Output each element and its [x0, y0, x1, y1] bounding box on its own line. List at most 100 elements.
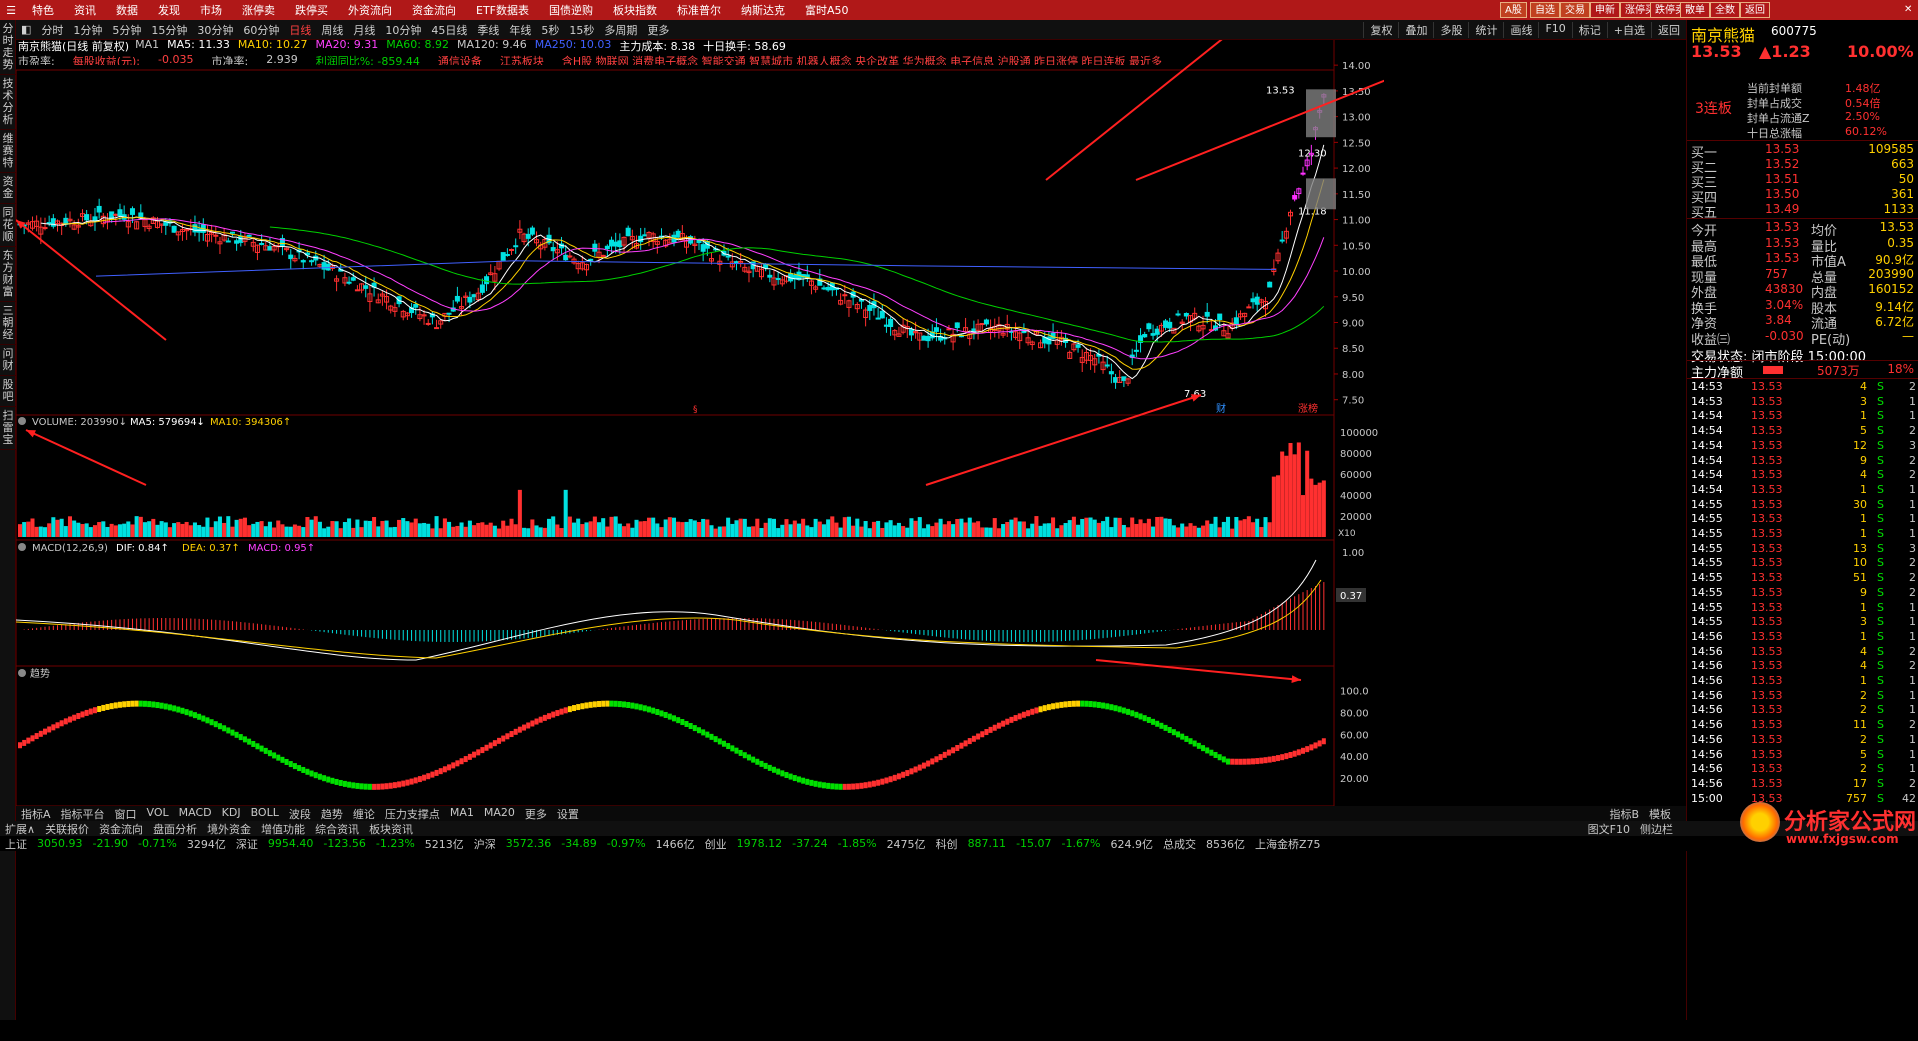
top-right-button[interactable]: 自选	[1530, 2, 1560, 18]
indicator-tab[interactable]: 更多	[520, 806, 552, 822]
top-menu-item[interactable]: 特色	[22, 2, 64, 18]
bottom-tab[interactable]: 资金流向	[94, 821, 148, 837]
indicator-tab[interactable]: KDJ	[217, 806, 246, 822]
top-menu-item[interactable]: 纳斯达克	[731, 2, 795, 18]
bottom-tab[interactable]: 板块资讯	[364, 821, 418, 837]
chart-tool-button[interactable]: +自选	[1606, 21, 1651, 38]
bottom-tab[interactable]: 盘面分析	[148, 821, 202, 837]
period-tab[interactable]: 30分钟	[192, 22, 238, 38]
period-tab[interactable]: 多周期	[599, 22, 642, 38]
chart-tool-button[interactable]: 返回	[1651, 21, 1686, 38]
top-right-button[interactable]: 返回	[1740, 2, 1770, 18]
volume-bar	[534, 525, 539, 537]
indicator-right-tab[interactable]: 模板	[1644, 806, 1676, 822]
kline-chart-area[interactable]: 14.0013.5013.0012.5012.0011.5011.0010.50…	[16, 40, 1384, 820]
left-nav-item[interactable]: 股吧	[0, 376, 16, 407]
bottom-tab[interactable]: 关联报价	[40, 821, 94, 837]
volume-bar	[188, 525, 193, 537]
indicator-tab[interactable]: 波段	[284, 806, 316, 822]
chart-tool-button[interactable]: 标记	[1571, 21, 1607, 38]
top-menu-item[interactable]: 跌停买	[285, 2, 338, 18]
bottom-right-tab[interactable]: 侧边栏	[1635, 821, 1678, 837]
left-nav-item[interactable]: 维赛特	[0, 130, 16, 173]
top-right-button[interactable]: 申新	[1590, 2, 1620, 18]
period-tab[interactable]: 45日线	[426, 22, 472, 38]
top-menu-item[interactable]: 资讯	[64, 2, 106, 18]
top-menu-item[interactable]: 资金流向	[402, 2, 466, 18]
period-tab[interactable]: 15秒	[564, 22, 599, 38]
close-icon[interactable]: ✕	[1900, 2, 1916, 18]
top-right-button[interactable]: 全数	[1710, 2, 1740, 18]
period-tab[interactable]: 月线	[348, 22, 380, 38]
left-nav-item[interactable]: 三朝经	[0, 302, 16, 345]
period-tab[interactable]: 年线	[504, 22, 536, 38]
bottom-tab[interactable]: 境外资金	[202, 821, 256, 837]
period-tab[interactable]: 日线	[284, 22, 316, 38]
chart-tool-button[interactable]: 叠加	[1398, 21, 1433, 38]
indicator-tab[interactable]: MA1	[445, 806, 479, 822]
period-tab[interactable]: 更多	[642, 22, 674, 38]
left-nav-item[interactable]: 扫雷宝	[0, 407, 16, 450]
period-tab[interactable]: 周线	[316, 22, 348, 38]
top-menu-item[interactable]: ETF数据表	[466, 2, 539, 18]
top-menu-item[interactable]: 数据	[106, 2, 148, 18]
tick-time: 14:56	[1691, 732, 1723, 746]
seal-value: 60.12%	[1845, 125, 1887, 138]
indicator-tab[interactable]: VOL	[142, 806, 174, 822]
period-tab[interactable]: 1分钟	[68, 22, 107, 38]
volume-bar	[734, 520, 739, 537]
period-tab[interactable]: 10分钟	[380, 22, 426, 38]
top-menu-item[interactable]: 外资流向	[338, 2, 402, 18]
top-menu-item[interactable]: 标准普尔	[667, 2, 731, 18]
chart-tool-button[interactable]: F10	[1538, 21, 1571, 38]
left-nav-item[interactable]: 分时走势	[0, 20, 16, 75]
period-tab[interactable]: 季线	[472, 22, 504, 38]
top-menu-item[interactable]: 涨停卖	[232, 2, 285, 18]
indicator-tab[interactable]: 窗口	[110, 806, 142, 822]
period-tab[interactable]: 5分钟	[107, 22, 146, 38]
top-menu-item[interactable]: 市场	[190, 2, 232, 18]
indicator-tab[interactable]: MACD	[174, 806, 217, 822]
indicator-tab[interactable]: MA20	[479, 806, 520, 822]
chart-tool-button[interactable]: 多股	[1433, 21, 1468, 38]
bottom-tab[interactable]: 增值功能	[256, 821, 310, 837]
volume-bar	[759, 528, 764, 537]
indicator-tab[interactable]: 趋势	[316, 806, 348, 822]
top-right-button[interactable]: 交易	[1560, 2, 1590, 18]
left-nav-item[interactable]: 东方财富	[0, 247, 16, 302]
indicator-tab[interactable]: BOLL	[246, 806, 284, 822]
indicator-tab[interactable]: 压力支撑点	[380, 806, 445, 822]
toggle-icon[interactable]: ◧	[16, 23, 36, 36]
left-nav-item[interactable]: 问财	[0, 345, 16, 376]
indicator-tab[interactable]: 设置	[552, 806, 584, 822]
bottom-right-tab[interactable]: 图文F10	[1583, 821, 1635, 837]
indicator-tab[interactable]: 指标A	[16, 806, 56, 822]
bottom-tab[interactable]: 综合资讯	[310, 821, 364, 837]
app-logo-icon[interactable]: ☰	[0, 4, 22, 17]
top-menu-item[interactable]: 板块指数	[603, 2, 667, 18]
indicator-tab[interactable]: 指标平台	[56, 806, 110, 822]
period-tab[interactable]: 分时	[36, 22, 68, 38]
candle-body	[529, 227, 535, 235]
left-nav-item[interactable]: 同花顺	[0, 204, 16, 247]
chart-tool-button[interactable]: 画线	[1503, 21, 1538, 38]
top-right-button[interactable]: 散单	[1680, 2, 1710, 18]
chart-tool-button[interactable]: 复权	[1363, 21, 1398, 38]
left-nav-item[interactable]: 技术分析	[0, 75, 16, 130]
trend-block	[759, 760, 764, 767]
top-menu-item[interactable]: 富时A50	[795, 2, 859, 18]
left-nav-item[interactable]: 资金	[0, 173, 16, 204]
volume-bar	[1271, 476, 1276, 537]
indicator-tab[interactable]: 缠论	[348, 806, 380, 822]
volume-bar	[1026, 528, 1031, 537]
bottom-tab[interactable]: 扩展∧	[0, 821, 40, 837]
indicator-right-tab[interactable]: 指标B	[1604, 806, 1644, 822]
period-tab[interactable]: 5秒	[536, 22, 564, 38]
top-menu-item[interactable]: 国债逆购	[539, 2, 603, 18]
chart-tool-button[interactable]: 统计	[1468, 21, 1503, 38]
trend-block	[721, 740, 726, 747]
period-tab[interactable]: 60分钟	[238, 22, 284, 38]
top-menu-item[interactable]: 发现	[148, 2, 190, 18]
top-right-button[interactable]: A股	[1500, 2, 1527, 18]
period-tab[interactable]: 15分钟	[146, 22, 192, 38]
